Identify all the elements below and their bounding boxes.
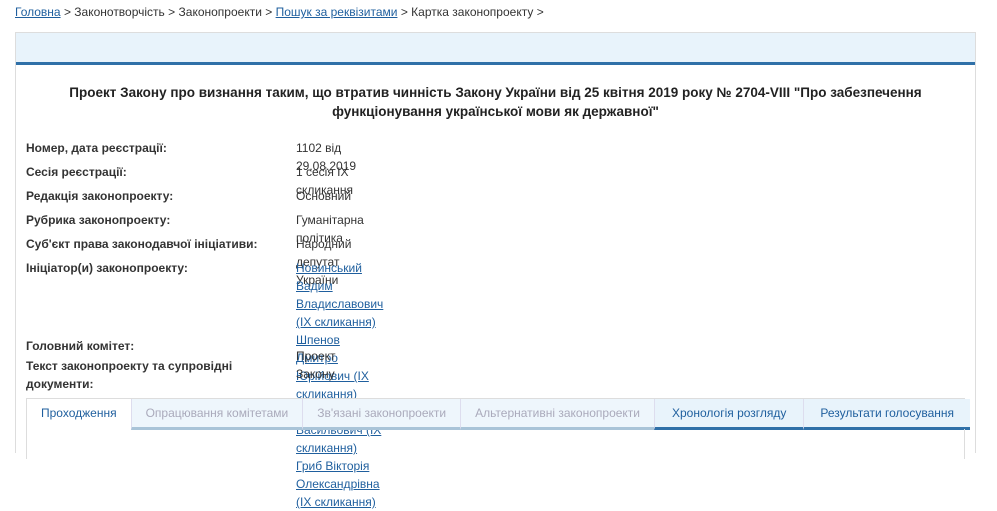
bill-title: Проект Закону про визнання таким, що втр…	[69, 85, 922, 119]
tab-bar: Проходження Опрацювання комітетами Зв'яз…	[26, 398, 971, 430]
breadcrumb-lawmaking: Законотворчість	[74, 5, 165, 19]
initiator-link[interactable]: Новинський Вадим Владиславович (IX склик…	[296, 259, 383, 331]
field-label: Суб'єкт права законодавчої ініціативи:	[26, 237, 258, 251]
field-label: Редакція законопроекту:	[26, 189, 174, 203]
breadcrumb-sep: >	[63, 5, 71, 19]
breadcrumb-sep: >	[265, 5, 273, 19]
initiator-link[interactable]: Гриб Вікторія Олександрівна (IX скликанн…	[296, 457, 383, 511]
tab-passage[interactable]: Проходження	[27, 399, 131, 427]
field-label: Номер, дата реєстрації:	[26, 141, 167, 155]
breadcrumb-sep: >	[168, 5, 176, 19]
breadcrumb-search[interactable]: Пошук за реквізитами	[276, 5, 398, 19]
tab-content	[26, 429, 965, 459]
breadcrumb-home[interactable]: Головна	[15, 5, 61, 19]
tab-voting-results[interactable]: Результати голосування	[803, 399, 971, 430]
tab-related-bills[interactable]: Зв'язані законопроекти	[302, 399, 461, 430]
breadcrumb-sep: >	[400, 5, 408, 19]
tab-alternative-bills[interactable]: Альтернативні законопроекти	[460, 399, 654, 430]
initiators-label: Ініціатор(и) законопроекту:	[26, 261, 188, 275]
breadcrumb: Головна > Законотворчість > Законопроект…	[15, 5, 544, 19]
breadcrumb-bills: Законопроекти	[178, 5, 262, 19]
tab-chronology[interactable]: Хронологія розгляду	[654, 399, 804, 430]
docs-value: Проект Закону	[296, 349, 336, 381]
field-value: Основний	[296, 189, 352, 203]
committee-label: Головний комітет:	[26, 339, 135, 353]
panel-header	[16, 33, 975, 65]
field-label: Рубрика законопроекту:	[26, 213, 171, 227]
breadcrumb-card: Картка законопроекту	[411, 5, 534, 19]
initiators-list: Новинський Вадим Владиславович (IX склик…	[296, 259, 383, 511]
bill-card-panel: Проект Закону про визнання таким, що втр…	[15, 32, 976, 509]
field-label: Сесія реєстрації:	[26, 165, 127, 179]
tab-committee-processing[interactable]: Опрацювання комітетами	[130, 399, 303, 430]
docs-label: Текст законопроекту та супровідні докуме…	[26, 359, 233, 391]
breadcrumb-sep: >	[536, 5, 544, 19]
